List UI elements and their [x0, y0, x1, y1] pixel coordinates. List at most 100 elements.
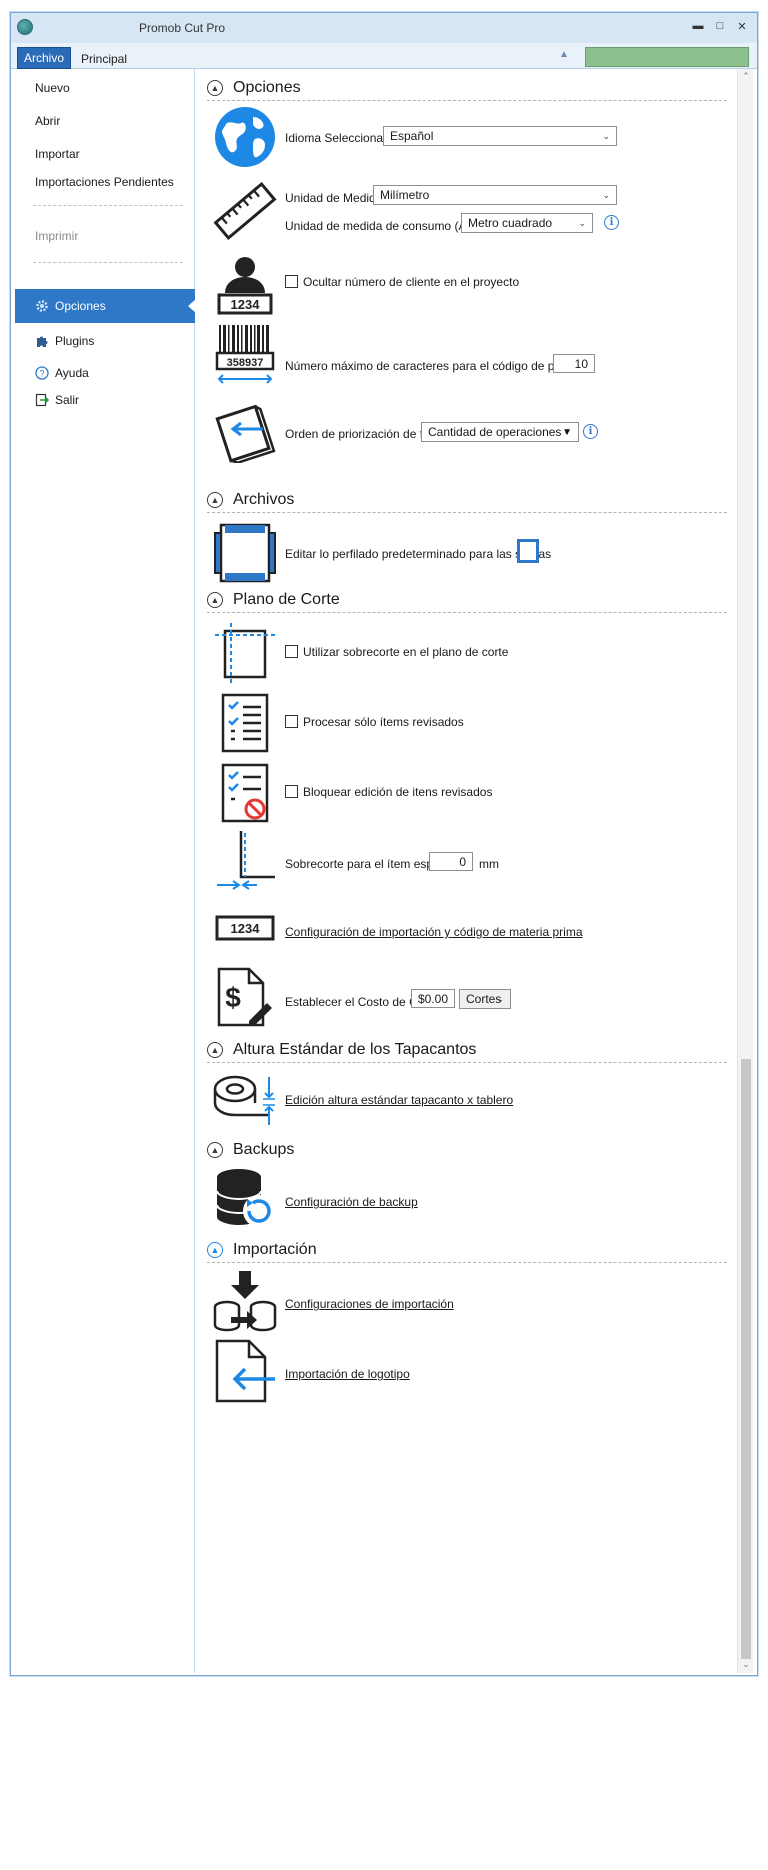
- close-icon[interactable]: ✕: [735, 19, 749, 33]
- section-archivos[interactable]: ▲ Archivos: [207, 489, 727, 511]
- collapse-chevron-icon[interactable]: ▲: [207, 492, 223, 508]
- info-icon[interactable]: i: [604, 215, 619, 230]
- scroll-up-icon[interactable]: ⌃: [740, 71, 752, 83]
- section-opciones[interactable]: ▲ Opciones: [207, 77, 727, 99]
- status-bar-box: [585, 47, 749, 67]
- vertical-scrollbar[interactable]: ⌃ ⌄: [737, 69, 753, 1673]
- profile-frame-icon: [213, 521, 277, 585]
- sidebar-item-imprimir: Imprimir: [35, 229, 79, 243]
- section-divider: [207, 100, 727, 101]
- collapse-ribbon-icon[interactable]: ▲: [559, 49, 573, 61]
- section-divider: [207, 1262, 727, 1263]
- cost-input[interactable]: $0.00: [411, 989, 455, 1008]
- svg-text:$: $: [225, 982, 241, 1013]
- tab-principal[interactable]: Principal: [81, 52, 127, 66]
- special-overcut-input[interactable]: 0: [429, 852, 473, 871]
- help-icon: ?: [35, 366, 49, 380]
- process-reviewed-checkbox[interactable]: [285, 715, 298, 728]
- section-title: Altura Estándar de los Tapacantos: [233, 1041, 477, 1058]
- puzzle-icon: [35, 334, 49, 348]
- import-badge-text: 1234: [231, 921, 261, 936]
- sidebar-item-ayuda[interactable]: ? Ayuda: [15, 363, 195, 383]
- special-overcut-icon: [213, 827, 277, 891]
- section-divider: [207, 1062, 727, 1063]
- unit-select[interactable]: Milímetro ⌄: [373, 185, 617, 205]
- sidebar-item-nuevo[interactable]: Nuevo: [35, 81, 70, 95]
- sidebar-item-plugins[interactable]: Plugins: [15, 331, 195, 351]
- unit-label: Unidad de Medida:: [285, 191, 386, 205]
- sidebar-item-importaciones-pendientes[interactable]: Importaciones Pendientes: [35, 175, 174, 189]
- section-title: Backups: [233, 1141, 295, 1158]
- hide-client-label: Ocultar número de cliente en el proyecto: [303, 275, 520, 289]
- section-altura-estandar[interactable]: ▲ Altura Estándar de los Tapacantos: [207, 1039, 727, 1061]
- consumption-unit-select[interactable]: Metro cuadrado ⌄: [461, 213, 593, 233]
- lock-reviewed-checkbox[interactable]: [285, 785, 298, 798]
- overcut-checkbox[interactable]: [285, 645, 298, 658]
- sidebar-item-label: Ayuda: [55, 366, 89, 380]
- profile-label: Editar lo perfilado predeterminado para …: [285, 547, 552, 561]
- sidebar-item-label: Salir: [55, 393, 80, 407]
- collapse-chevron-icon[interactable]: ▲: [207, 592, 223, 608]
- client-number-icon: 1234: [213, 253, 277, 317]
- ruler-icon: [213, 179, 277, 243]
- profile-edit-button[interactable]: [517, 539, 539, 563]
- section-plano-de-corte[interactable]: ▲ Plano de Corte: [207, 589, 727, 611]
- collapse-chevron-icon[interactable]: ▲: [207, 1242, 223, 1258]
- logo-import-icon: [213, 1339, 277, 1403]
- face-priority-select[interactable]: Cantidad de operaciones - Cant ▼: [421, 422, 579, 442]
- special-overcut-unit: mm: [479, 857, 499, 871]
- max-chars-input[interactable]: 10: [553, 354, 595, 373]
- section-title: Plano de Corte: [233, 591, 340, 608]
- info-icon[interactable]: i: [583, 424, 598, 439]
- unit-select-value: Milímetro: [380, 188, 430, 202]
- cost-document-icon: $: [213, 965, 277, 1029]
- barcode-number-text: 358937: [227, 357, 264, 369]
- scroll-down-icon[interactable]: ⌄: [740, 1659, 752, 1671]
- section-title: Importación: [233, 1241, 317, 1258]
- chevron-down-icon: ⌄: [578, 218, 586, 228]
- consumption-select-value: Metro cuadrado: [468, 216, 553, 230]
- barcode-icon: 358937: [213, 323, 277, 387]
- max-chars-label: Número máximo de caracteres para el códi…: [285, 359, 580, 373]
- backup-config-link[interactable]: Configuración de backup: [285, 1195, 418, 1209]
- material-code-icon: 1234: [213, 897, 277, 961]
- collapse-chevron-icon[interactable]: ▲: [207, 80, 223, 96]
- checklist-icon: [213, 691, 277, 755]
- section-importacion[interactable]: ▲ Importación: [207, 1239, 727, 1261]
- minimize-icon[interactable]: ▬: [691, 19, 705, 33]
- logo-import-link[interactable]: Importación de logotipo: [285, 1367, 410, 1381]
- client-badge-text: 1234: [231, 297, 261, 312]
- tab-archivo[interactable]: Archivo: [17, 47, 72, 69]
- import-config-settings-link[interactable]: Configuraciones de importación: [285, 1297, 454, 1311]
- book-arrow-icon: [213, 399, 277, 464]
- backstage-sidebar: Nuevo Abrir Importar Importaciones Pendi…: [15, 69, 196, 1673]
- language-select[interactable]: Español ⌄: [383, 126, 617, 146]
- scrollbar-thumb[interactable]: [741, 1059, 751, 1659]
- edge-height-link[interactable]: Edición altura estándar tapacanto x tabl…: [285, 1093, 513, 1107]
- section-backups[interactable]: ▲ Backups: [207, 1139, 727, 1161]
- chevron-down-icon: ⌄: [602, 131, 610, 141]
- sidebar-item-abrir[interactable]: Abrir: [35, 114, 60, 128]
- sidebar-item-salir[interactable]: Salir: [15, 390, 195, 410]
- cost-unit-select[interactable]: Cortes ⌄: [459, 989, 511, 1009]
- globe-icon: [213, 105, 277, 169]
- section-divider: [207, 612, 727, 613]
- database-backup-icon: [213, 1167, 277, 1231]
- maximize-icon[interactable]: □: [713, 19, 727, 33]
- options-panel: ▲ Opciones Idioma Seleccionado: Español …: [197, 69, 735, 1673]
- window-title: Promob Cut Pro: [139, 21, 226, 35]
- collapse-chevron-icon[interactable]: ▲: [207, 1042, 223, 1058]
- sidebar-divider: [33, 262, 183, 263]
- sidebar-item-importar[interactable]: Importar: [35, 147, 80, 161]
- sidebar-item-opciones[interactable]: Opciones: [15, 289, 196, 323]
- import-config-link[interactable]: Configuración de importación y código de…: [285, 925, 583, 939]
- overcut-label: Utilizar sobrecorte en el plano de corte: [303, 645, 509, 659]
- collapse-chevron-icon[interactable]: ▲: [207, 1142, 223, 1158]
- svg-text:?: ?: [39, 369, 44, 379]
- sidebar-divider: [33, 205, 183, 206]
- sidebar-item-label: Plugins: [55, 334, 95, 348]
- sidebar-item-label: Opciones: [55, 299, 106, 313]
- section-divider: [207, 512, 727, 513]
- chevron-down-icon: ⌄: [602, 190, 610, 200]
- hide-client-checkbox[interactable]: [285, 275, 298, 288]
